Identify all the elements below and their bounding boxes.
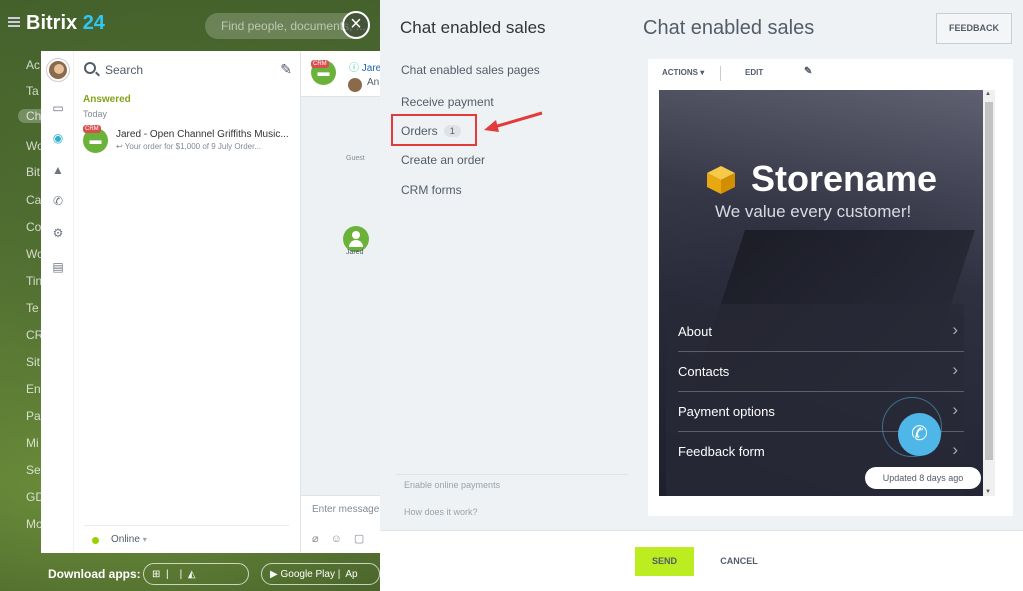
status-label: Online ▾: [111, 534, 147, 545]
messenger-sidebar: ▭ ◉ ▲ ✆ ⚙ ▤: [41, 51, 74, 553]
scroll-up-icon[interactable]: ▲: [985, 91, 991, 97]
orders-count-badge: 1: [443, 125, 461, 137]
info-icon: ⓘ: [349, 63, 359, 74]
contact-icon[interactable]: ☺: [331, 533, 354, 545]
scroll-down-icon[interactable]: ▼: [985, 489, 991, 495]
desktop-apps-group: ⊞ | | ◭: [143, 563, 249, 585]
chat-title: Jared - Open Channel Griffiths Music...: [116, 129, 289, 140]
logo-number: 24: [82, 12, 105, 34]
page-title: Chat enabled sales: [643, 17, 815, 39]
form-icon[interactable]: ▢: [354, 533, 376, 545]
chat-list-item[interactable]: ▬ CRM Jared - Open Channel Griffiths Mus…: [74, 121, 300, 161]
windows-icon[interactable]: ⊞: [152, 569, 160, 580]
close-icon[interactable]: ×: [342, 11, 370, 39]
nav-item-receive-payment[interactable]: Receive payment: [401, 95, 494, 109]
logo-text: Bitrix: [26, 12, 78, 34]
panel-nav: Chat enabled sales Chat enabled sales pa…: [380, 0, 630, 530]
store-menu-item[interactable]: Contacts ›: [678, 352, 964, 392]
nav-item-create-order[interactable]: Create an order: [401, 153, 485, 167]
chat-list: Search ✎ Answered Today ▬ CRM Jared - Op…: [74, 51, 300, 553]
store-tagline: We value every customer!: [715, 202, 912, 221]
left-menu: Ac Ta Ch Wo Bit Ca Co Wo Tin Te CR Sit E…: [0, 50, 44, 540]
divider: [396, 474, 628, 475]
store-preview: Storename We value every customer! About…: [659, 90, 995, 496]
attach-icon[interactable]: ⌀: [312, 533, 331, 545]
search-icon: [84, 62, 96, 74]
chat-preview: ↩ Your order for $1,000 of 9 July Order.…: [116, 142, 262, 151]
chat-header-sub: An: [367, 77, 380, 88]
notes-icon[interactable]: ▤: [51, 260, 65, 274]
send-button[interactable]: SEND: [635, 547, 694, 576]
chevron-right-icon: ›: [952, 360, 958, 379]
chevron-right-icon: ›: [952, 400, 958, 419]
preview-card: ACTIONS ▾ EDIT ✎ Storename We value ever…: [648, 59, 1013, 516]
orders-label: Orders: [401, 124, 438, 138]
guest-label: Guest: [346, 155, 365, 162]
chat-header-name[interactable]: ⓘ Jare: [349, 59, 381, 74]
search-label: Search: [105, 63, 144, 77]
linux-icon[interactable]: ◭: [188, 569, 196, 580]
sales-panel: Chat enabled sales Chat enabled sales pa…: [380, 0, 1023, 591]
nav-title: Chat enabled sales: [400, 18, 546, 37]
nav-item-crm-forms[interactable]: CRM forms: [401, 183, 462, 197]
actions-button[interactable]: ACTIONS ▾: [662, 68, 704, 77]
action-bar: SEND CANCEL: [380, 530, 1023, 591]
operator-label: Jared: [346, 249, 364, 256]
message-input[interactable]: Enter message ⌀☺▢: [301, 495, 381, 553]
phone-call-icon[interactable]: ✆: [898, 413, 941, 456]
edit-button[interactable]: EDIT: [745, 68, 763, 77]
message-tools: ⌀☺▢: [312, 532, 376, 545]
cancel-button[interactable]: CANCEL: [719, 547, 759, 576]
menu-icon[interactable]: [8, 17, 20, 27]
crm-badge: CRM: [311, 60, 329, 68]
chevron-right-icon: ›: [952, 440, 958, 459]
top-bar: Bitrix 24 Find people, documents, ... ×: [0, 0, 380, 50]
pencil-icon[interactable]: ✎: [804, 66, 812, 77]
google-play-icon: ▶: [270, 569, 278, 580]
section-label: Answered: [83, 94, 131, 105]
google-play-link[interactable]: Google Play: [280, 569, 334, 580]
guest-avatar: [346, 76, 364, 94]
gear-icon[interactable]: ⚙: [51, 226, 65, 240]
message-placeholder: Enter message: [312, 504, 380, 515]
phone-icon[interactable]: ✆: [51, 194, 65, 208]
open-channel-icon[interactable]: ◉: [51, 131, 65, 145]
chat-header: ▬ CRM ⓘ Jare An: [301, 51, 381, 97]
chat-search[interactable]: Search ✎: [84, 61, 294, 79]
date-label: Today: [83, 109, 108, 119]
crm-badge: CRM: [83, 125, 101, 133]
enable-payments-link[interactable]: Enable online payments: [404, 480, 500, 490]
chat-bubble-icon[interactable]: ▭: [51, 101, 65, 115]
download-apps-bar: Download apps: ⊞ | | ◭ ▶ Google Play | A…: [0, 558, 380, 591]
logo[interactable]: Bitrix 24: [26, 12, 105, 35]
how-it-works-link[interactable]: How does it work?: [404, 507, 478, 517]
scrollbar[interactable]: ▲ ▼: [983, 90, 995, 496]
chevron-right-icon: ›: [952, 320, 958, 339]
bell-icon[interactable]: ▲: [51, 163, 65, 177]
feedback-button[interactable]: FEEDBACK: [936, 13, 1012, 44]
user-avatar[interactable]: [47, 59, 69, 81]
download-label: Download apps:: [48, 567, 141, 581]
divider: [720, 66, 721, 81]
store-name: Storename: [751, 158, 938, 199]
updated-badge: Updated 8 days ago: [865, 467, 981, 489]
chat-dialog: ▬ CRM ⓘ Jare An Guest Jared Enter messag…: [300, 51, 381, 553]
arrow-icon: [484, 111, 543, 132]
scrollbar-thumb[interactable]: [985, 102, 993, 460]
status-selector[interactable]: Online ▾: [84, 525, 289, 553]
online-dot: [92, 537, 99, 544]
mobile-apps-group: ▶ Google Play | Ap: [261, 563, 380, 585]
chevron-down-icon: ▾: [142, 535, 147, 544]
nav-item-pages[interactable]: Chat enabled sales pages: [401, 63, 540, 77]
app-store-link[interactable]: Ap: [345, 569, 357, 580]
store-menu-item[interactable]: About ›: [678, 312, 964, 352]
cube-icon: [707, 166, 735, 194]
messenger-window: ▭ ◉ ▲ ✆ ⚙ ▤ Search ✎ Answered Today ▬ CR…: [41, 51, 381, 553]
new-chat-icon[interactable]: ✎: [280, 61, 292, 78]
chevron-down-icon: ▾: [700, 68, 705, 77]
nav-item-orders[interactable]: Orders 1: [401, 124, 461, 138]
